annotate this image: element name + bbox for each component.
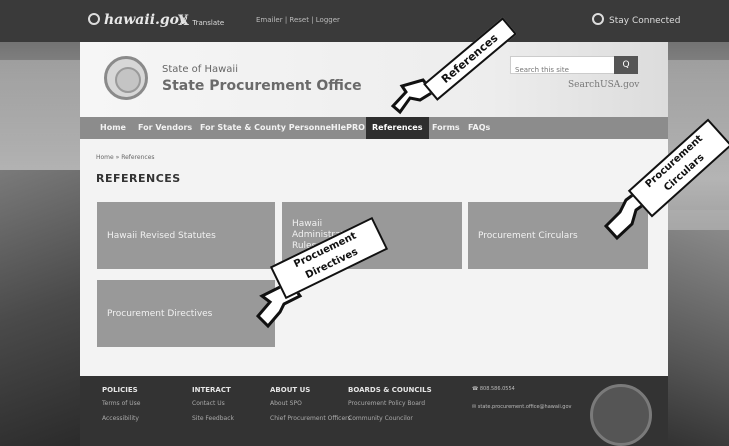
- footer-policies: POLICIES Terms of Use Accessibility: [102, 386, 140, 430]
- tile-hawaii-revised-statutes[interactable]: Hawaii Revised Statutes: [97, 202, 275, 269]
- state-seal-icon[interactable]: [104, 56, 148, 100]
- search-button[interactable]: Q: [614, 56, 638, 74]
- tile-procurement-directives[interactable]: Procurement Directives: [97, 280, 275, 347]
- footer-link[interactable]: About SPO: [270, 400, 351, 407]
- state-name: State of Hawaii: [162, 64, 238, 75]
- footer-seal-icon: [590, 384, 652, 446]
- footer-about: ABOUT US About SPO Chief Procurement Off…: [270, 386, 351, 430]
- footer-link[interactable]: Contact Us: [192, 400, 234, 407]
- nav-state-county-personnel[interactable]: For State & County Personnel: [200, 117, 334, 139]
- footer-contact: ☎ 808.586.0554 ✉ state.procurement.offic…: [472, 386, 572, 422]
- site-footer: POLICIES Terms of Use Accessibility INTE…: [80, 376, 668, 446]
- nav-references[interactable]: References: [366, 117, 429, 139]
- footer-link[interactable]: Community Councilor: [348, 415, 432, 422]
- tile-procurement-circulars[interactable]: Procurement Circulars: [468, 202, 648, 269]
- main-nav: Home For Vendors For State & County Pers…: [80, 117, 668, 139]
- footer-heading: POLICIES: [102, 386, 138, 394]
- footer-link[interactable]: Chief Procurement Officers: [270, 415, 351, 422]
- footer-boards: BOARDS & COUNCILS Procurement Policy Boa…: [348, 386, 432, 430]
- portal-topbar: hawaii.gov X Translate Emailer | Reset |…: [0, 0, 729, 42]
- globe-icon: [592, 13, 604, 25]
- tile-hawaii-administrative-rules[interactable]: Hawaii Administrative Rules: [282, 202, 462, 269]
- background-hill-left: [0, 170, 90, 446]
- breadcrumb[interactable]: Home » References: [96, 154, 155, 161]
- hawaii-gov-logo[interactable]: hawaii.gov: [88, 12, 187, 28]
- translate-icon: X: [178, 13, 189, 29]
- footer-link[interactable]: Procurement Policy Board: [348, 400, 432, 407]
- nav-home[interactable]: Home: [100, 117, 126, 139]
- footer-link[interactable]: Terms of Use: [102, 400, 140, 407]
- stay-connected-link[interactable]: Stay Connected: [592, 13, 680, 26]
- footer-link[interactable]: Site Feedback: [192, 415, 234, 422]
- footer-phone[interactable]: ☎ 808.586.0554: [472, 386, 572, 392]
- search-input[interactable]: [511, 62, 611, 78]
- search-box: Q: [510, 56, 638, 78]
- page-title: REFERENCES: [96, 172, 181, 185]
- nav-hiepro[interactable]: HIePRO: [331, 117, 365, 139]
- nav-forms[interactable]: Forms: [432, 117, 460, 139]
- topbar-links[interactable]: Emailer | Reset | Logger: [256, 16, 340, 24]
- footer-heading: INTERACT: [192, 386, 231, 394]
- footer-heading: BOARDS & COUNCILS: [348, 386, 432, 394]
- translate-link[interactable]: X Translate: [178, 13, 224, 29]
- searchusa-link[interactable]: SearchUSA.gov: [568, 80, 639, 90]
- hawaii-flower-icon: [88, 13, 100, 25]
- nav-for-vendors[interactable]: For Vendors: [138, 117, 192, 139]
- nav-faqs[interactable]: FAQs: [468, 117, 490, 139]
- office-name[interactable]: State Procurement Office: [162, 78, 362, 94]
- footer-heading: ABOUT US: [270, 386, 311, 394]
- site-header: State of Hawaii State Procurement Office…: [80, 42, 668, 117]
- footer-email[interactable]: ✉ state.procurement.office@hawaii.gov: [472, 404, 572, 410]
- main-panel: State of Hawaii State Procurement Office…: [80, 42, 668, 446]
- footer-interact: INTERACT Contact Us Site Feedback: [192, 386, 234, 430]
- footer-link[interactable]: Accessibility: [102, 415, 140, 422]
